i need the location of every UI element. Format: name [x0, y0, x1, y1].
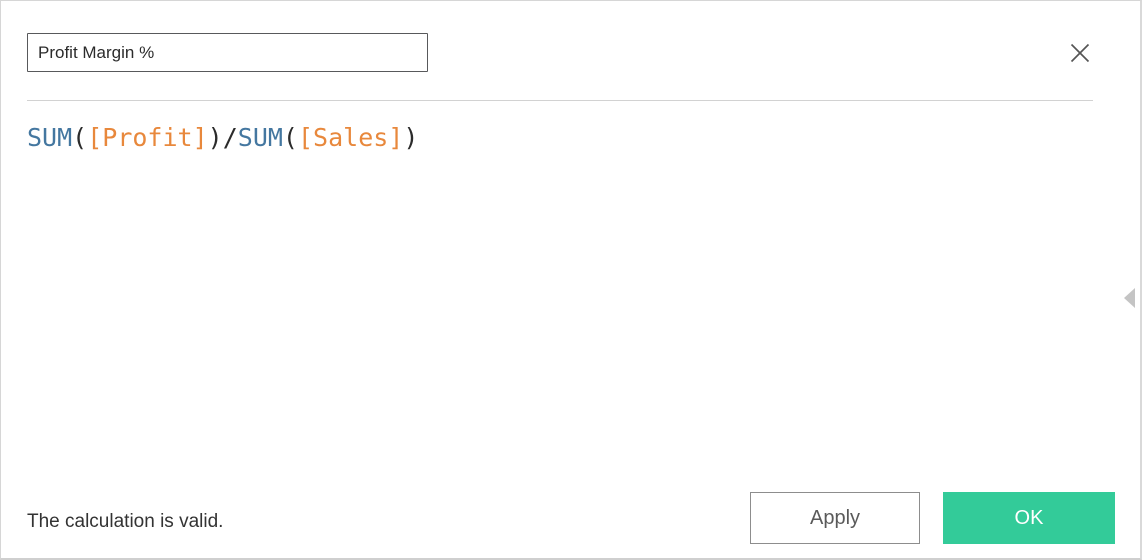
calculated-field-dialog: SUM([Profit])/SUM([Sales]) The calculati… — [0, 0, 1142, 560]
formula-text: SUM([Profit])/SUM([Sales]) — [1, 101, 1118, 155]
triangle-left-icon — [1123, 287, 1136, 311]
close-icon — [1069, 42, 1091, 64]
calculation-editor-panel: SUM([Profit])/SUM([Sales]) The calculati… — [1, 1, 1119, 558]
formula-token-punct: ( — [282, 123, 298, 152]
formula-token-punct: ) — [207, 123, 223, 152]
footer-button-row: Apply OK — [750, 492, 1115, 544]
dialog-header — [1, 1, 1118, 101]
ok-button[interactable]: OK — [943, 492, 1115, 544]
validation-status-text: The calculation is valid. — [27, 511, 224, 532]
formula-token-op: / — [222, 123, 238, 152]
formula-token-field: [Sales] — [297, 123, 404, 152]
calculated-field-name-input[interactable] — [27, 33, 428, 72]
formula-token-func: SUM — [27, 123, 73, 152]
formula-token-field: [Profit] — [87, 123, 208, 152]
reference-pane-rail — [1117, 1, 1140, 558]
formula-token-func: SUM — [237, 123, 283, 152]
dialog-footer: The calculation is valid. Apply OK — [1, 465, 1118, 558]
formula-editor[interactable]: SUM([Profit])/SUM([Sales]) — [1, 101, 1118, 465]
apply-button[interactable]: Apply — [750, 492, 920, 544]
formula-token-punct: ( — [72, 123, 88, 152]
close-button[interactable] — [1061, 34, 1099, 72]
formula-token-punct: ) — [403, 123, 419, 152]
expand-reference-pane-button[interactable] — [1119, 287, 1139, 311]
